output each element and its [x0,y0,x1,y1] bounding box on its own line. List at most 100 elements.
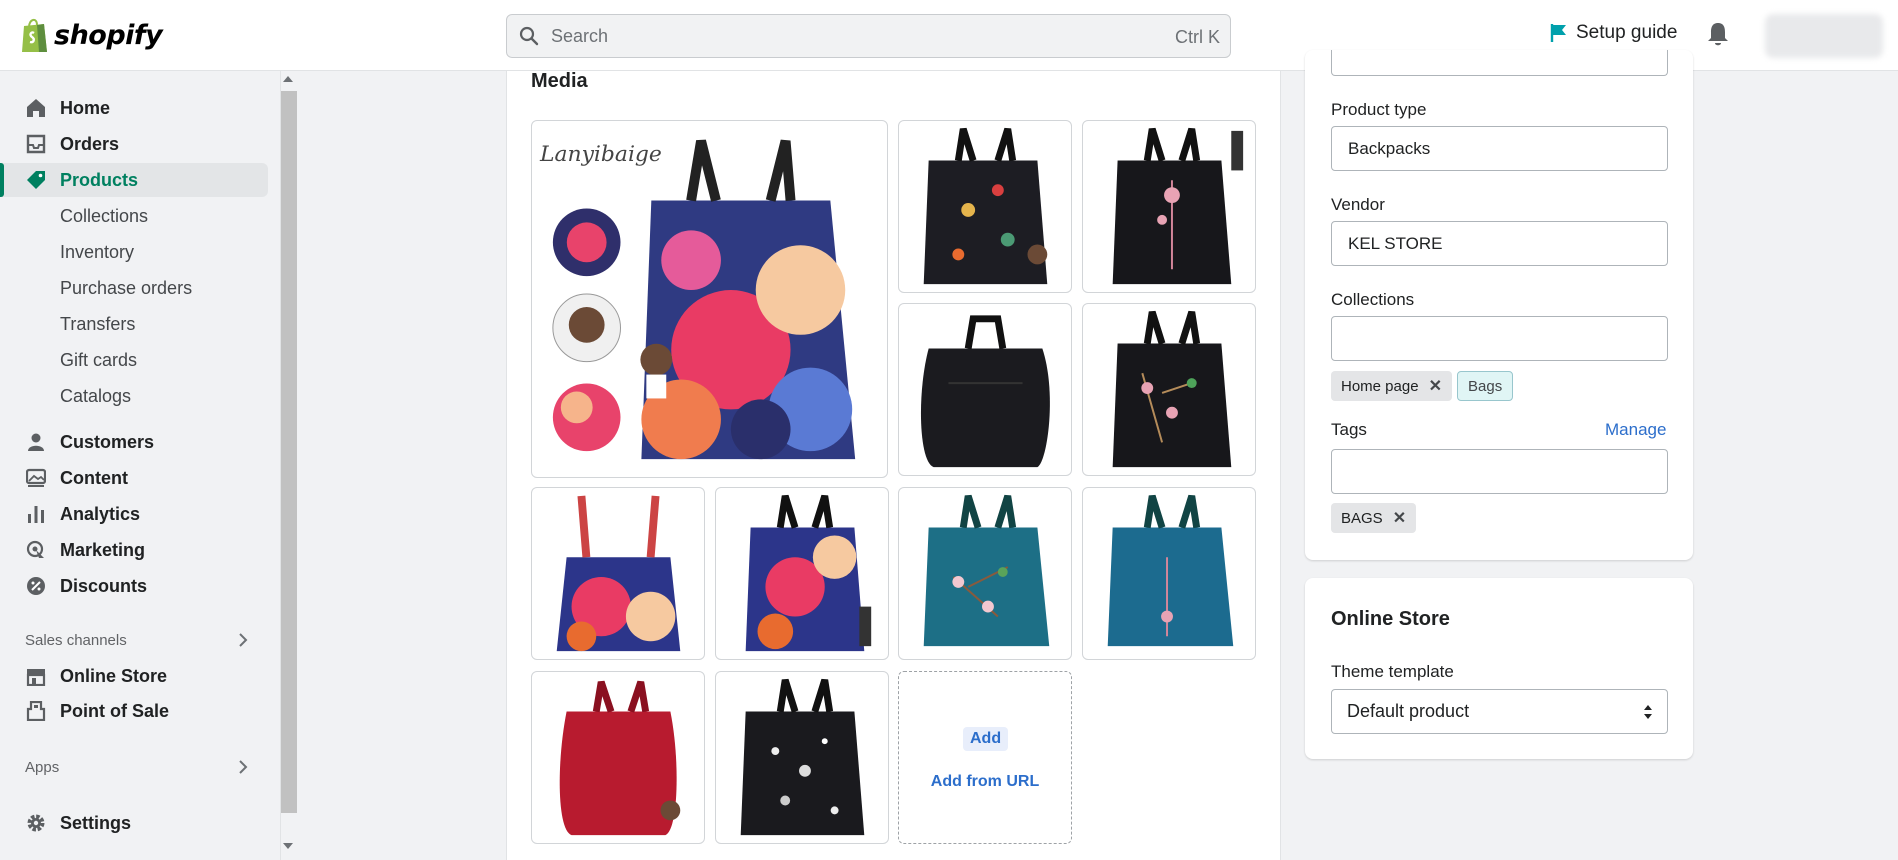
sidebar-item-orders[interactable]: Orders [0,127,268,161]
sidebar-item-label: Analytics [60,503,141,524]
backpack-image [920,315,1050,468]
orders-icon [26,134,46,154]
section-heading: Sales channels [25,631,127,649]
tags-field[interactable] [1331,449,1668,494]
section-heading: Apps [25,758,60,776]
sidebar-item-catalogs[interactable]: Catalogs [0,379,268,413]
shopify-bag-icon [22,19,47,52]
setup-guide-button[interactable]: Setup guide [1550,22,1677,44]
sidebar-item-purchase-orders[interactable]: Purchase orders [0,271,268,305]
sidebar-item-label: Online Store [60,665,168,686]
backpack-image [556,495,681,652]
sidebar-item-marketing[interactable]: Marketing [0,533,268,567]
sidebar-item-label: Purchase orders [60,277,193,298]
theme-template-select[interactable]: Default product [1331,689,1668,734]
home-icon [27,99,45,117]
sidebar-item-label: Gift cards [60,349,138,370]
sidebar-item-collections[interactable]: Collections [0,199,268,233]
sidebar-item-label: Marketing [60,539,146,560]
sidebar-sales-channels-heading[interactable]: Sales channels [0,623,268,657]
sidebar-item-home[interactable]: Home [0,91,268,125]
sidebar-item-online-store[interactable]: Online Store [0,659,268,693]
person-icon [28,433,44,451]
product-type-field[interactable]: Backpacks [1331,126,1668,171]
media-thumbnail[interactable] [531,671,705,844]
backpack-image [923,127,1048,285]
sidebar-item-label: Orders [60,133,120,154]
manage-tags-link[interactable]: Manage [1605,420,1666,440]
logo-text: shopify [54,19,163,51]
sidebar-item-label: Transfers [60,313,136,334]
store-menu-avatar[interactable] [1765,14,1883,58]
sidebar-item-point-of-sale[interactable]: Point of Sale [0,694,268,728]
search-input[interactable] [551,15,1151,57]
vendor-field[interactable]: KEL STORE [1331,221,1668,266]
media-thumbnail[interactable] [531,487,705,660]
search-bar[interactable]: Ctrl K [506,14,1231,58]
sidebar-item-discounts[interactable]: Discounts [0,569,268,603]
add-media-button[interactable]: Add [963,727,1009,751]
media-thumbnail[interactable] [1082,120,1256,293]
tag-icon [27,171,45,189]
tag-chip-bags: BAGS ✕ [1331,503,1417,533]
sidebar-item-inventory[interactable]: Inventory [0,235,268,269]
sidebar-item-label: Point of Sale [60,700,170,721]
add-from-url-link[interactable]: Add from URL [899,773,1071,791]
sidebar-item-label: Inventory [60,241,135,262]
remove-chip-icon[interactable]: ✕ [1429,376,1442,396]
vendor-label: Vendor [1331,195,1385,214]
sidebar-item-analytics[interactable]: Analytics [0,497,268,531]
discount-icon [27,577,45,595]
media-thumbnail[interactable] [1082,303,1256,476]
media-thumbnail[interactable] [898,303,1072,476]
tags-label: Tags [1331,420,1367,439]
backpack-image [1107,494,1234,647]
chip-label: Bags [1468,377,1503,395]
theme-template-label: Theme template [1331,662,1454,681]
sidebar-item-gift-cards[interactable]: Gift cards [0,343,268,377]
online-store-title: Online Store [1331,608,1450,630]
collections-label: Collections [1331,290,1415,309]
sidebar-item-label: Settings [60,812,132,833]
sidebar-item-label: Content [60,467,128,488]
sidebar-item-label: Customers [60,431,155,452]
media-thumbnail[interactable] [898,120,1072,293]
media-title: Media [531,70,588,92]
backpack-image [923,494,1050,647]
media-thumbnail[interactable] [1082,487,1256,660]
previous-field-bottom[interactable] [1331,50,1668,76]
collections-field[interactable] [1331,316,1668,361]
sidebar-item-products[interactable]: Products [0,163,268,197]
sidebar-item-label: Discounts [60,575,148,596]
sidebar: Home Orders Products Collections Invento… [0,71,280,860]
collection-chip-home-page: Home page ✕ [1331,371,1452,401]
gear-icon [27,814,45,832]
sidebar-item-label: Home [60,97,111,118]
remove-chip-icon[interactable]: ✕ [1393,508,1406,528]
theme-template-value: Default product [1347,701,1470,721]
sidebar-item-content[interactable]: Content [0,461,268,495]
select-arrows-icon [1644,705,1652,719]
scroll-down-arrow-icon[interactable] [283,843,293,849]
sidebar-item-customers[interactable]: Customers [0,425,268,459]
sidebar-item-label: Products [60,169,139,190]
collection-chip-bags[interactable]: Bags [1457,371,1514,401]
chip-label: BAGS [1341,509,1383,527]
add-media-dropzone[interactable]: Add Add from URL [898,671,1072,844]
sidebar-item-settings[interactable]: Settings [0,806,268,840]
scroll-up-arrow-icon[interactable] [283,76,293,82]
backpack-image [1112,310,1232,468]
media-thumbnail-main[interactable]: Lanyibaige [531,120,888,478]
media-thumbnail[interactable] [898,487,1072,660]
bar-chart-icon [28,506,44,523]
media-thumbnail[interactable] [715,671,889,844]
media-thumbnail[interactable] [715,487,889,660]
chip-label: Home page [1341,377,1419,395]
backpack-image [745,494,872,652]
bell-icon[interactable] [1707,21,1729,47]
sidebar-item-transfers[interactable]: Transfers [0,307,268,341]
backpack-image [559,680,681,836]
sidebar-scrollbar-thumb[interactable] [281,91,297,813]
sidebar-apps-heading[interactable]: Apps [0,750,268,784]
shopify-logo[interactable]: shopify [20,16,163,54]
